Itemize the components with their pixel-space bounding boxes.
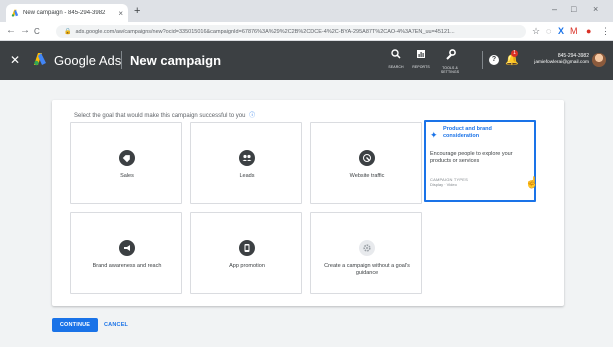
menu-dots-icon[interactable]: ⋮	[601, 26, 610, 36]
gear-icon	[359, 240, 375, 256]
cursor-click-icon	[359, 150, 375, 166]
tab-title: New campaign - 845-294-3982	[23, 10, 106, 16]
people-icon	[239, 150, 255, 166]
minimize-button[interactable]: –	[552, 4, 557, 14]
browser-tab[interactable]: New campaign - 845-294-3982 ×	[6, 4, 128, 22]
reports-button[interactable]: REPORTS	[409, 49, 433, 69]
star-icon[interactable]: ☆	[532, 26, 540, 36]
wrench-icon	[436, 49, 464, 64]
goal-label: Create a campaign without a goal's guida…	[324, 263, 410, 276]
account-phone: 845-294-3982	[557, 53, 589, 59]
megaphone-icon	[119, 240, 135, 256]
extension-x-icon[interactable]: X	[558, 26, 564, 36]
extension-icon[interactable]: ◌	[546, 26, 551, 36]
google-ads-logo-icon	[34, 53, 46, 66]
info-icon[interactable]: ⓘ	[249, 113, 255, 119]
google-ads-favicon-icon	[11, 9, 19, 17]
tag-icon	[119, 150, 135, 166]
campaign-types-value: Display · Video	[430, 182, 457, 187]
header-divider-2	[482, 51, 483, 69]
extension-m-icon[interactable]: M	[570, 26, 578, 36]
forward-button[interactable]: →	[20, 25, 30, 37]
profile-icon[interactable]: ●	[586, 26, 591, 36]
selected-goal-description: Encourage people to explore your product…	[430, 151, 513, 164]
page-title: New campaign	[130, 53, 222, 68]
window-close-button[interactable]: ×	[593, 4, 598, 14]
goal-tile-leads[interactable]: Leads	[190, 122, 302, 204]
sparkle-icon: ✦	[430, 130, 438, 140]
browser-tab-bar: New campaign - 845-294-3982 × + – □ ×	[0, 0, 613, 22]
notification-badge: 1	[511, 50, 518, 57]
phone-icon	[239, 240, 255, 256]
goal-tile-app-promotion[interactable]: App promotion	[190, 212, 302, 294]
goal-tile-no-goal[interactable]: Create a campaign without a goal's guida…	[310, 212, 422, 294]
close-icon[interactable]: ✕	[10, 53, 20, 67]
hand-pointer-icon: ☝	[525, 177, 539, 189]
search-icon	[384, 49, 408, 63]
lock-icon: 🔒	[64, 29, 72, 35]
header-divider	[121, 51, 122, 69]
search-label: SEARCH	[388, 65, 404, 69]
goal-label: Brand awareness and reach	[92, 263, 162, 269]
tab-close-icon[interactable]: ×	[118, 9, 123, 18]
url-input[interactable]: 🔒 ads.google.com/aw/campaigns/new?ocid=3…	[56, 25, 526, 38]
goal-prompt-text: Select the goal that would make this cam…	[74, 113, 246, 119]
goal-label: Leads	[239, 173, 255, 179]
goal-selection-card: Select the goal that would make this cam…	[52, 100, 564, 306]
new-tab-button[interactable]: +	[134, 5, 140, 17]
url-text: ads.google.com/aw/campaigns/new?ocid=335…	[75, 28, 455, 35]
account-email: jamiefowlerai@gmail.com	[534, 60, 589, 65]
account-info[interactable]: 845-294-3982 jamiefowlerai@gmail.com	[531, 53, 589, 65]
goal-label: App promotion	[229, 263, 265, 269]
search-button[interactable]: SEARCH	[384, 49, 408, 69]
cancel-button[interactable]: CANCEL	[104, 318, 128, 332]
ads-header: ✕ Google Ads New campaign SEARCH REPORTS…	[0, 41, 613, 80]
selected-goal-title: Product and brand consideration	[443, 126, 492, 139]
tools-settings-label: TOOLS & SETTINGS	[440, 66, 460, 74]
goal-tile-sales[interactable]: Sales	[70, 122, 182, 204]
goal-tile-brand-awareness[interactable]: Brand awareness and reach	[70, 212, 182, 294]
goal-label: Sales	[120, 173, 134, 179]
brand-name: Google Ads	[54, 53, 122, 68]
avatar[interactable]	[592, 53, 606, 67]
goal-prompt: Select the goal that would make this cam…	[74, 110, 255, 119]
reports-icon	[409, 49, 433, 63]
goal-tile-product-brand-consideration[interactable]: ✦ Product and brand consideration Encour…	[424, 120, 539, 202]
goal-label: Website traffic	[349, 173, 385, 179]
address-bar: ← → C 🔒 ads.google.com/aw/campaigns/new?…	[0, 22, 613, 41]
goal-tile-website-traffic[interactable]: Website traffic	[310, 122, 422, 204]
continue-button[interactable]: CONTINUE	[52, 318, 98, 332]
reports-label: REPORTS	[412, 65, 430, 69]
maximize-button[interactable]: □	[571, 4, 576, 14]
tools-settings-button[interactable]: TOOLS & SETTINGS	[436, 49, 464, 74]
back-button[interactable]: ←	[6, 25, 16, 37]
reload-button[interactable]: C	[34, 26, 40, 38]
help-icon[interactable]: ?	[489, 55, 499, 65]
